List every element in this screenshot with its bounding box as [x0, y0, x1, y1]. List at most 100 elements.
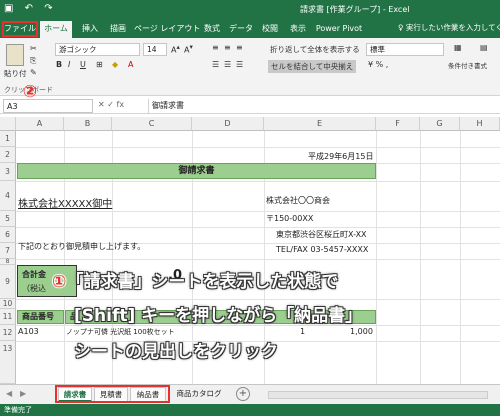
cell-qty[interactable]: 1	[300, 327, 305, 336]
fill-color-icon[interactable]: ◆	[112, 60, 118, 69]
cell-recipient[interactable]: 株式会社XXXXX御中	[18, 195, 112, 210]
name-box[interactable]: A3	[3, 99, 93, 113]
cell-tel[interactable]: TEL/FAX 03-5457-XXXX	[276, 245, 368, 254]
tab-formulas[interactable]: 数式	[200, 21, 224, 38]
gridline	[460, 131, 461, 384]
paste-icon[interactable]	[6, 44, 24, 66]
undo-icon[interactable]: ↶	[25, 3, 33, 14]
copy-icon[interactable]: ⎘	[30, 56, 36, 66]
column-header-e[interactable]: E	[264, 117, 376, 131]
row-header-12[interactable]: 12	[0, 325, 16, 341]
gridline	[420, 131, 421, 384]
tab-draw[interactable]: 描画	[106, 21, 130, 38]
row-header-4[interactable]: 4	[0, 181, 16, 211]
align-right-icon[interactable]: ☰	[236, 60, 243, 69]
gridline	[16, 299, 500, 300]
font-name-select[interactable]: 游ゴシック	[55, 43, 140, 56]
save-icon[interactable]: ▣	[4, 3, 13, 14]
cell-date[interactable]: 平成29年6月15日	[308, 151, 373, 162]
align-bottom-icon[interactable]: ≡	[236, 43, 243, 52]
ribbon-tabs: ファイル ホーム 挿入 描画 ページ レイアウト 数式 データ 校閲 表示 Po…	[0, 18, 500, 38]
align-center-icon[interactable]: ☰	[224, 60, 231, 69]
tab-file[interactable]: ファイル	[2, 21, 38, 37]
font-size-select[interactable]: 14	[143, 43, 167, 56]
row-header-13[interactable]: 13	[0, 341, 16, 384]
instruction-line-3: シートの見出しをクリック	[74, 342, 278, 362]
redo-icon[interactable]: ↷	[44, 3, 52, 14]
shrink-font-icon[interactable]: A▾	[184, 43, 193, 55]
row-header-11[interactable]: 11	[0, 309, 16, 325]
gridline	[16, 227, 500, 228]
column-header-f[interactable]: F	[376, 117, 420, 131]
cell-item-code[interactable]: A103	[18, 327, 39, 336]
tab-sheet-catalog[interactable]: 商品カタログ	[170, 387, 228, 402]
bold-icon[interactable]: B	[56, 60, 62, 69]
row-header-1[interactable]: 1	[0, 131, 16, 147]
align-middle-icon[interactable]: ≡	[224, 43, 231, 52]
wrap-text-button[interactable]: 折り返して全体を表示する	[270, 44, 360, 55]
grow-font-icon[interactable]: A▴	[171, 43, 180, 55]
italic-icon[interactable]: I	[68, 60, 70, 69]
next-sheet-icon[interactable]: ▶	[20, 389, 26, 398]
tab-power-pivot[interactable]: Power Pivot	[314, 21, 364, 38]
cut-icon[interactable]: ✂	[30, 44, 37, 53]
prev-sheet-icon[interactable]: ◀	[6, 389, 12, 398]
tab-data[interactable]: データ	[228, 21, 254, 38]
row-header-10[interactable]: 10	[0, 299, 16, 309]
select-all-corner[interactable]	[0, 117, 16, 131]
tell-me-search[interactable]: ♀ 実行したい作業を入力してください	[398, 22, 500, 33]
cancel-icon[interactable]: ✕	[98, 100, 105, 109]
row-header-5[interactable]: 5	[0, 211, 16, 227]
tab-home[interactable]: ホーム	[40, 21, 72, 38]
tab-view[interactable]: 表示	[286, 21, 310, 38]
cell-message[interactable]: 下記のとおり御見積申し上げます。	[18, 241, 145, 252]
currency-icon[interactable]: ¥ % ,	[368, 60, 388, 69]
row-header-3[interactable]: 3	[0, 163, 16, 181]
column-header-b[interactable]: B	[64, 117, 112, 131]
conditional-format-icon[interactable]: ▦	[454, 43, 462, 52]
align-top-icon[interactable]: ≡	[212, 43, 219, 52]
row-header-7[interactable]: 7	[0, 243, 16, 259]
ribbon-home: 貼り付 ✂ ⎘ ✎ クリップボード 游ゴシック 14 A▴ A▾ B I U ⊞…	[0, 38, 500, 102]
title-bar: ▣ ↶ ↷ 請求書 [作業グループ] - Excel	[0, 0, 500, 18]
column-header-h[interactable]: H	[460, 117, 500, 131]
paste-label[interactable]: 貼り付	[4, 68, 27, 79]
enter-icon[interactable]: ✓	[107, 100, 114, 109]
column-header-g[interactable]: G	[420, 117, 460, 131]
cell-postal[interactable]: 〒150-00XX	[266, 213, 313, 224]
formula-bar: A3 ✕ ✓ fx 御請求書	[0, 98, 500, 114]
tab-review[interactable]: 校閲	[258, 21, 282, 38]
align-left-icon[interactable]: ☰	[212, 60, 219, 69]
table-format-icon[interactable]: ▤	[480, 43, 488, 52]
conditional-format-label[interactable]: 条件付き書式	[448, 60, 487, 70]
tab-insert[interactable]: 挿入	[78, 21, 102, 38]
column-header-c[interactable]: C	[112, 117, 192, 131]
horizontal-scrollbar[interactable]	[268, 391, 488, 399]
tab-page-layout[interactable]: ページ レイアウト	[134, 21, 200, 38]
cell-item-desc[interactable]: ノップナ可憐 光沢紙 100枚セット	[66, 327, 175, 337]
cell-company[interactable]: 株式会社〇〇商会	[266, 195, 330, 206]
cell-invoice-title[interactable]: 御請求書	[17, 163, 376, 179]
cell-address[interactable]: 東京都渋谷区桜丘町X-XX	[276, 229, 367, 240]
number-format-select[interactable]: 標準	[366, 43, 444, 56]
row-header-6[interactable]: 6	[0, 227, 16, 243]
header-item-number[interactable]: 商品番号	[17, 310, 64, 324]
column-header-a[interactable]: A	[16, 117, 64, 131]
window-title: 請求書 [作業グループ] - Excel	[300, 5, 410, 14]
add-sheet-icon[interactable]: +	[236, 387, 250, 401]
format-painter-icon[interactable]: ✎	[30, 68, 37, 77]
cell-amount[interactable]: 1,000	[350, 327, 373, 336]
column-header-d[interactable]: D	[192, 117, 264, 131]
step-marker-1: ①	[52, 272, 67, 292]
formula-input[interactable]: 御請求書	[148, 99, 498, 113]
fx-icon[interactable]: fx	[117, 100, 125, 109]
font-color-icon[interactable]: A	[128, 60, 133, 69]
borders-icon[interactable]: ⊞	[96, 60, 103, 69]
row-header-2[interactable]: 2	[0, 147, 16, 163]
underline-icon[interactable]: U	[80, 60, 86, 69]
instruction-text-1: 「請求書」シートを表示した状態で	[66, 272, 339, 292]
row-header-9[interactable]: 9	[0, 265, 16, 299]
merge-center-button[interactable]: セルを結合して中央揃え	[268, 60, 357, 73]
instruction-line-1: ①「請求書」シートを表示した状態で	[52, 267, 338, 292]
worksheet-grid[interactable]: A B C D E F G H 1 2 3 4 5 6 7 8 9 10 11 …	[0, 117, 500, 384]
